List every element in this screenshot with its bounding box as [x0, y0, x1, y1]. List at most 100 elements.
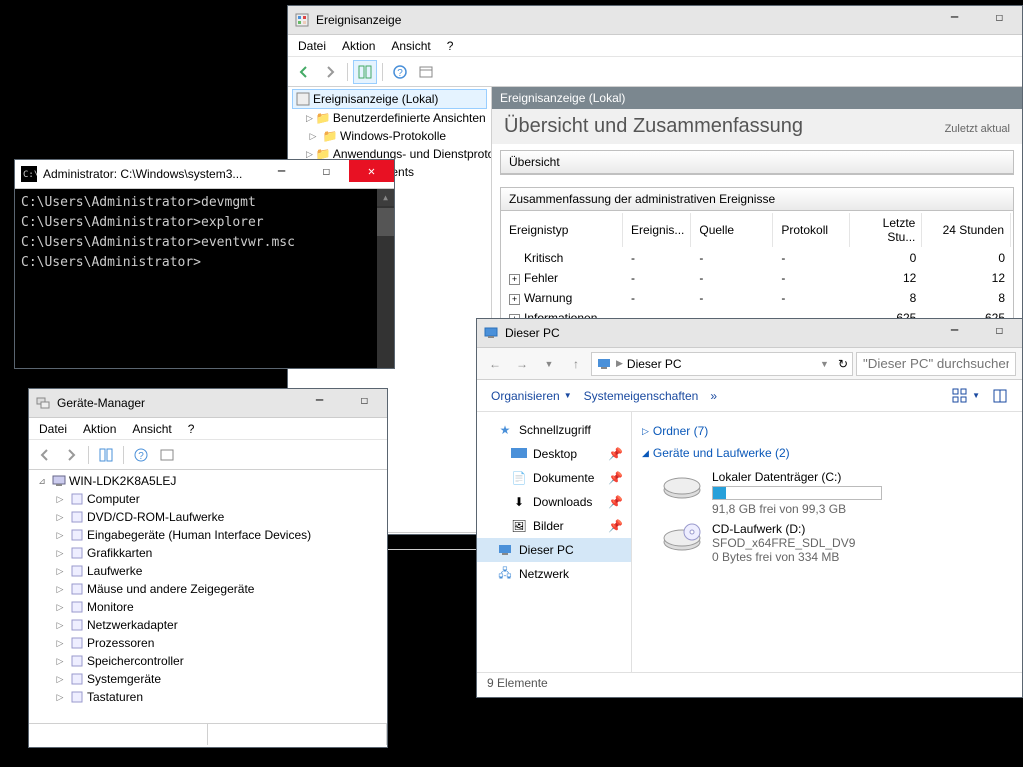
device-icon [69, 617, 85, 633]
chevron-down-icon[interactable]: ▼ [820, 359, 829, 369]
system-properties-button[interactable]: Systemeigenschaften [578, 385, 705, 407]
device-icon [69, 689, 85, 705]
breadcrumb[interactable]: ▶ Dieser PC ▼ ↻ [591, 352, 853, 376]
col-source[interactable]: Quelle [693, 213, 773, 247]
dvd-icon [662, 522, 702, 552]
back-button[interactable] [292, 60, 316, 84]
tree-item-custom-views[interactable]: ▷📁Benutzerdefinierte Ansichten [292, 109, 487, 127]
network-icon: 🖧 [497, 566, 513, 582]
tree-item-device-category[interactable]: ▷Monitore [33, 598, 383, 616]
tree-item-windows-logs[interactable]: ▷📁Windows-Protokolle [292, 127, 487, 145]
view-options-button[interactable]: ▼ [946, 384, 986, 408]
titlebar[interactable]: Geräte-Manager ─ ☐ [29, 389, 387, 418]
tree-item-device-category[interactable]: ▷Eingabegeräte (Human Interface Devices) [33, 526, 383, 544]
table-row[interactable]: +Warnung - - - 8 8 [503, 289, 1011, 307]
col-type[interactable]: Ereignistyp [503, 213, 623, 247]
forward-button[interactable] [318, 60, 342, 84]
pin-icon: 📌 [608, 447, 623, 461]
drive-c[interactable]: Lokaler Datenträger (C:) 91,8 GB frei vo… [662, 470, 1012, 516]
preview-pane-button[interactable] [986, 384, 1014, 408]
menu-file[interactable]: Datei [31, 420, 75, 438]
nav-network[interactable]: 🖧Netzwerk [477, 562, 631, 586]
expand-icon[interactable]: + [509, 274, 520, 285]
nav-documents[interactable]: 📄Dokumente📌 [477, 466, 631, 490]
computer-icon [51, 473, 67, 489]
device-manager-window: Geräte-Manager ─ ☐ Datei Aktion Ansicht … [28, 388, 388, 748]
help-button[interactable]: ? [388, 60, 412, 84]
menu-file[interactable]: Datei [290, 37, 334, 55]
drive-sub: 0 Bytes frei von 334 MB [712, 550, 855, 564]
col-protocol[interactable]: Protokoll [775, 213, 850, 247]
help-button[interactable]: ? [129, 443, 153, 467]
menu-action[interactable]: Aktion [334, 37, 383, 55]
menu-help[interactable]: ? [180, 420, 203, 438]
device-tree: ⊿ WIN-LDK2K8A5LEJ ▷Computer▷DVD/CD-ROM-L… [29, 470, 387, 723]
nav-pictures[interactable]: 🖼Bilder📌 [477, 514, 631, 538]
tree-root[interactable]: ⊿ WIN-LDK2K8A5LEJ [33, 472, 383, 490]
maximize-button[interactable]: ☐ [977, 6, 1022, 28]
tree-item-device-category[interactable]: ▷Mäuse und andere Zeigegeräte [33, 580, 383, 598]
titlebar[interactable]: Ereignisanzeige ─ ☐ [288, 6, 1022, 35]
search-input[interactable] [856, 352, 1016, 376]
menu-view[interactable]: Ansicht [124, 420, 179, 438]
titlebar[interactable]: Dieser PC ─ ☐ [477, 319, 1022, 348]
terminal-output[interactable]: C:\Users\Administrator>devmgmt C:\Users\… [15, 189, 394, 368]
titlebar[interactable]: C:\ Administrator: C:\Windows\system3...… [15, 160, 394, 189]
nav-desktop[interactable]: Desktop📌 [477, 442, 631, 466]
svg-text:?: ? [397, 68, 403, 79]
group-drives[interactable]: ◢Geräte und Laufwerke (2) [642, 442, 1012, 464]
drive-d[interactable]: CD-Laufwerk (D:) SFOD_x64FRE_SDL_DV9 0 B… [662, 522, 1012, 564]
table-row[interactable]: +Fehler - - - 12 12 [503, 269, 1011, 287]
show-hide-tree-button[interactable] [94, 443, 118, 467]
minimize-button[interactable]: ─ [932, 6, 977, 28]
minimize-button[interactable]: ─ [932, 319, 977, 341]
col-lasthour[interactable]: Letzte Stu... [852, 213, 922, 247]
recent-button[interactable]: ▼ [537, 352, 561, 376]
hdd-icon [662, 470, 702, 500]
drive-label: Lokaler Datenträger (C:) [712, 470, 882, 484]
expand-icon[interactable]: + [509, 294, 520, 305]
col-24h[interactable]: 24 Stunden [924, 213, 1011, 247]
tree-item-device-category[interactable]: ▷Tastaturen [33, 688, 383, 706]
tree-item-device-category[interactable]: ▷Laufwerke [33, 562, 383, 580]
nav-downloads[interactable]: ⬇Downloads📌 [477, 490, 631, 514]
forward-button[interactable] [59, 443, 83, 467]
pin-icon: 📌 [608, 495, 623, 509]
minimize-button[interactable]: ─ [297, 389, 342, 411]
tree-item-device-category[interactable]: ▷Prozessoren [33, 634, 383, 652]
tree-item-device-category[interactable]: ▷Systemgeräte [33, 670, 383, 688]
tree-item-device-category[interactable]: ▷Netzwerkadapter [33, 616, 383, 634]
properties-button[interactable] [414, 60, 438, 84]
overflow-button[interactable]: » [704, 385, 723, 407]
maximize-button[interactable]: ☐ [342, 389, 387, 411]
tree-item-device-category[interactable]: ▷Grafikkarten [33, 544, 383, 562]
forward-button[interactable]: → [510, 352, 534, 376]
maximize-button[interactable]: ☐ [304, 160, 349, 182]
tree-item-device-category[interactable]: ▷Computer [33, 490, 383, 508]
back-button[interactable] [33, 443, 57, 467]
toolbar: ? [29, 440, 387, 470]
menu-view[interactable]: Ansicht [383, 37, 438, 55]
group-folders[interactable]: ▷Ordner (7) [642, 420, 1012, 442]
properties-button[interactable] [155, 443, 179, 467]
show-hide-tree-button[interactable] [353, 60, 377, 84]
minimize-button[interactable]: ─ [259, 160, 304, 182]
vertical-scrollbar[interactable]: ▲ [377, 189, 394, 368]
menu-help[interactable]: ? [439, 37, 462, 55]
nav-this-pc[interactable]: Dieser PC [477, 538, 631, 562]
this-pc-icon [483, 325, 499, 341]
close-button[interactable]: ✕ [349, 160, 394, 182]
device-icon [69, 527, 85, 543]
menu-action[interactable]: Aktion [75, 420, 124, 438]
tree-item-device-category[interactable]: ▷DVD/CD-ROM-Laufwerke [33, 508, 383, 526]
col-eventid[interactable]: Ereignis... [625, 213, 691, 247]
table-row[interactable]: Kritisch - - - 0 0 [503, 249, 1011, 267]
up-button[interactable]: ↑ [564, 352, 588, 376]
organize-menu[interactable]: Organisieren▼ [485, 385, 578, 407]
back-button[interactable]: ← [483, 352, 507, 376]
tree-item-device-category[interactable]: ▷Speichercontroller [33, 652, 383, 670]
nav-quick-access[interactable]: ★Schnellzugriff [477, 418, 631, 442]
refresh-button[interactable]: ↻ [838, 357, 848, 371]
maximize-button[interactable]: ☐ [977, 319, 1022, 341]
tree-root[interactable]: Ereignisanzeige (Lokal) [292, 89, 487, 109]
